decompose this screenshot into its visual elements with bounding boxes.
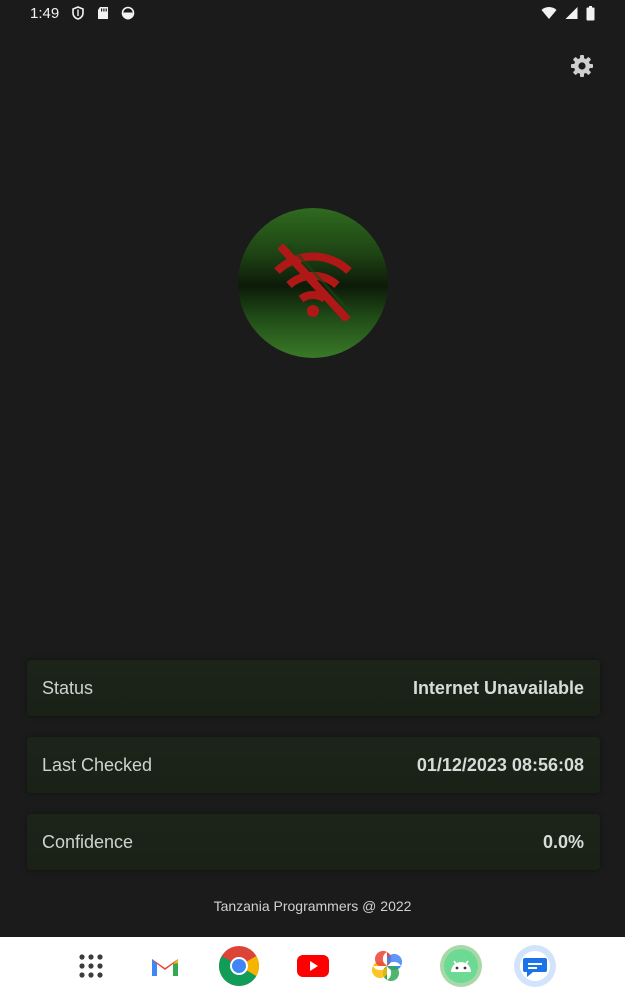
app-drawer-button[interactable] (69, 947, 113, 991)
photos-app[interactable] (365, 947, 409, 991)
footer-credit: Tanzania Programmers @ 2022 (213, 898, 412, 914)
status-left: 1:49 (30, 5, 135, 22)
android-app[interactable] (439, 944, 483, 993)
app-dock (0, 937, 625, 1000)
sd-card-icon (97, 6, 109, 20)
last-checked-card: Last Checked 01/12/2023 08:56:08 (27, 737, 600, 793)
connection-status-orb[interactable] (238, 208, 388, 358)
last-checked-label: Last Checked (42, 754, 153, 775)
youtube-app[interactable] (291, 947, 335, 991)
gmail-icon (150, 954, 180, 983)
battery-icon (586, 5, 595, 21)
status-card: Status Internet Unavailable (27, 660, 600, 716)
wifi-icon (541, 6, 557, 20)
settings-button[interactable] (568, 54, 596, 82)
confidence-label: Confidence (42, 831, 134, 852)
circle-status-icon (121, 6, 135, 20)
last-checked-value: 01/12/2023 08:56:08 (416, 754, 584, 775)
confidence-card: Confidence 0.0% (27, 814, 600, 870)
status-label: Status (42, 677, 94, 698)
signal-icon (565, 6, 578, 20)
status-value: Internet Unavailable (412, 677, 584, 698)
gear-icon (570, 54, 594, 83)
photos-icon (371, 950, 403, 987)
status-bar: 1:49 (0, 0, 625, 26)
status-right (541, 5, 595, 21)
youtube-icon (296, 955, 329, 982)
status-time: 1:49 (30, 4, 60, 22)
chrome-icon (218, 945, 260, 992)
messages-icon (513, 944, 557, 993)
chrome-app[interactable] (217, 945, 261, 992)
android-icon (439, 944, 483, 993)
wifi-off-icon (265, 241, 361, 326)
messages-app[interactable] (513, 944, 557, 993)
shield-icon (71, 6, 85, 20)
confidence-value: 0.0% (542, 831, 584, 852)
gmail-app[interactable] (143, 947, 187, 991)
app-drawer-icon (78, 953, 104, 984)
